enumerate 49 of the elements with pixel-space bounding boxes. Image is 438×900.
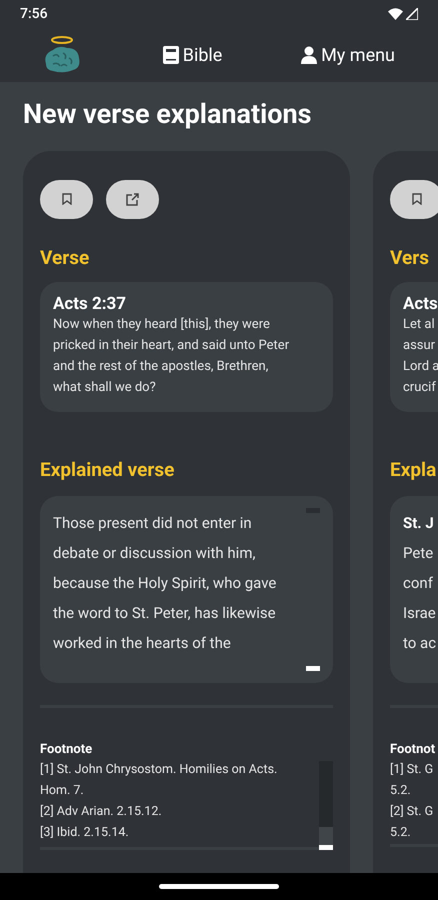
external-link-icon [126,192,139,206]
footnote-text: 5.2. [390,782,412,800]
footnote-text: [2] Adv Arian. 2.15.12. [40,803,163,821]
explanation-text: Those present did not enter in [53,512,252,534]
signal-icon [406,8,418,20]
footnote-text: 5.2. [390,824,412,842]
verse-text: Now when they heard [this], they were [53,316,271,334]
verse-reference: Acts [403,294,438,314]
footnote-text: [1] St. G [390,761,434,779]
bookmark-button[interactable] [390,180,438,218]
section-heading: Vers [390,244,430,270]
section-heading: Expla [390,457,438,483]
explanation-text: Pete [403,542,434,564]
explanation-text: Israe [403,602,436,624]
status-time: 7:56 [20,4,48,24]
scrollbar-track[interactable] [319,759,333,850]
footnote-text: Hom. 7. [40,782,85,800]
explanation-text: worked in the hearts of the [53,632,231,654]
verse-reference: Acts 2:37 [53,294,128,314]
footnote-text: [2] St. G [390,803,434,821]
explanation-text: debate or discussion with him, [53,542,256,564]
person-icon [301,46,318,64]
explanation-text: because the Holy Spirit, who gave [53,572,276,594]
scroll-thumb-icon[interactable] [306,666,320,670]
verse-text: assur [403,337,436,355]
book-icon [162,46,179,64]
explanation-text: to ac [403,632,436,654]
verse-text: pricked in their heart, and said unto Peter [53,337,290,355]
share-button[interactable] [106,180,159,218]
verse-text: and the rest of the apostles, Brethren, [53,358,270,376]
section-heading: Verse [40,244,90,270]
verse-text: Let al [403,316,436,334]
explanation-title: St. J [403,512,435,534]
bookmark-button[interactable] [40,180,93,218]
footnote-text: [1] St. John Chrysostom. Homilies on Acts. [40,761,278,779]
explanation-text: the word to St. Peter, has likewise [53,602,276,624]
verse-text: crucif [403,379,437,397]
footnote-heading: Footnot [390,740,436,758]
wifi-icon [388,8,403,20]
footnote-text: [3] Ibid. 2.15.14. [40,824,130,842]
bookmark-icon [412,193,422,205]
bookmark-icon [62,193,72,205]
section-heading: Explained verse [40,457,176,483]
bible-tab[interactable]: Bible [162,42,222,68]
explanation-text: conf [403,572,433,594]
page-title: New verse explanations [22,97,313,132]
my-menu-tab[interactable]: My menu [301,42,395,68]
verse-text: what shall we do? [53,379,157,397]
footnote-heading: Footnote [40,740,94,758]
